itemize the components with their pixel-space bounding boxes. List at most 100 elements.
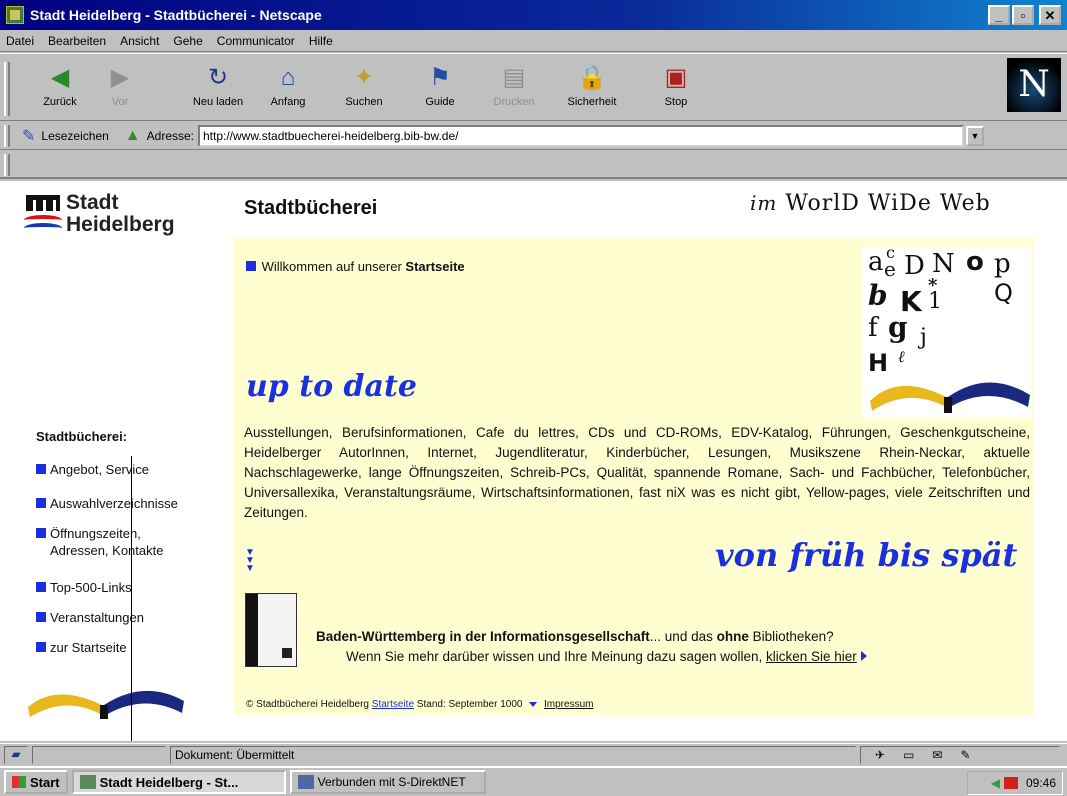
letters-collage-image: a c e D N o p b K * 1 Q f g j H ℓ bbox=[862, 243, 1032, 417]
netscape-app-icon[interactable] bbox=[6, 6, 24, 24]
network-task-icon bbox=[297, 775, 314, 789]
bookmarks-button[interactable]: Lesezeichen bbox=[41, 129, 108, 143]
toolbar-home-button[interactable]: ⌂ Anfang bbox=[258, 60, 318, 116]
personal-grip[interactable] bbox=[4, 154, 10, 176]
sidebar-item-angebot[interactable]: Angebot, Service bbox=[36, 461, 149, 478]
bw-line2: Wenn Sie mehr darüber wissen und Ihre Me… bbox=[346, 649, 867, 664]
sidebar-item-startseite[interactable]: zur Startseite bbox=[36, 639, 127, 656]
www-prefix: im bbox=[750, 191, 778, 215]
footer-stand: Stand: September 1000 bbox=[416, 699, 523, 710]
footer-startseite-link[interactable]: Startseite bbox=[372, 699, 414, 710]
start-label: Start bbox=[30, 774, 60, 790]
sidebar-item-label[interactable]: Top-500-Links bbox=[50, 580, 132, 595]
toolbar-button-label: Vor bbox=[111, 96, 129, 108]
arrow-down-icon[interactable] bbox=[529, 702, 538, 707]
status-bar: ▰ Dokument: Übermittelt ✈▭✉✎ bbox=[0, 743, 1067, 765]
status-text: Dokument: Übermittelt bbox=[170, 745, 856, 764]
menu-hilfe[interactable]: Hilfe bbox=[309, 34, 333, 48]
start-button[interactable]: Start bbox=[4, 770, 68, 794]
menu-communicator[interactable]: Communicator bbox=[217, 34, 295, 48]
sidebar-item-oeffnungszeiten[interactable]: Öffnungszeiten, Adressen, Kontakte bbox=[36, 525, 163, 559]
tray-app-icon[interactable] bbox=[1003, 777, 1018, 789]
heidelberg-emblem-icon bbox=[22, 191, 62, 235]
toolbar-search-button[interactable]: ✦ Suchen bbox=[334, 60, 394, 116]
toolbar-button-label: Stop bbox=[664, 96, 688, 108]
arrow-right-icon[interactable] bbox=[860, 651, 867, 661]
sidebar-item-top500[interactable]: Top-500-Links bbox=[36, 579, 132, 596]
window-title: Stadt Heidelberg - Stadtbücherei - Netsc… bbox=[30, 7, 322, 23]
search-icon: ✦ bbox=[353, 64, 375, 91]
security-lock-icon[interactable]: ▰ bbox=[4, 745, 28, 764]
menu-ansicht[interactable]: Ansicht bbox=[120, 34, 159, 48]
sidebar-item-label[interactable]: Angebot, Service bbox=[50, 462, 149, 477]
sidebar-item-label[interactable]: Öffnungszeiten, bbox=[50, 526, 141, 541]
window-title-bar[interactable]: Stadt Heidelberg - Stadtbücherei - Netsc… bbox=[0, 0, 1067, 30]
netscape-logo[interactable]: N bbox=[1007, 58, 1061, 112]
sidebar-item-veranstaltungen[interactable]: Veranstaltungen bbox=[36, 609, 144, 626]
close-button[interactable]: ✕ bbox=[1039, 5, 1061, 25]
bw-headline: Baden-Württemberg in der Informationsges… bbox=[316, 629, 834, 644]
logo-text-line1: Stadt bbox=[66, 191, 119, 214]
toolbar-forward-button[interactable]: ▶ Vor bbox=[90, 60, 150, 116]
page-content: Stadt Heidelberg Stadtbücherei im WorlD … bbox=[0, 181, 1067, 741]
bookmarks-icon[interactable]: ✎ bbox=[22, 126, 35, 146]
speaker-icon[interactable]: ◀ bbox=[991, 776, 1000, 790]
welcome-bold: Startseite bbox=[405, 259, 465, 274]
sidebar-item-label[interactable]: Veranstaltungen bbox=[50, 610, 144, 625]
page-title: Stadtbücherei bbox=[244, 197, 378, 219]
personal-toolbar bbox=[0, 151, 1067, 179]
menu-datei[interactable]: Datei bbox=[6, 34, 34, 48]
toolbar-button-label: Guide bbox=[425, 96, 455, 108]
bw-rest2: Bibliotheken? bbox=[748, 629, 834, 644]
menu-bearbeiten[interactable]: Bearbeiten bbox=[48, 34, 106, 48]
von-frueh-bis-spaet-heading: von früh bis spät bbox=[715, 536, 1018, 574]
print-icon: ▤ bbox=[502, 64, 526, 91]
page-footer: © Stadtbücherei Heidelberg Startseite St… bbox=[246, 699, 593, 710]
taskbar-item-heidelberg[interactable]: Stadt Heidelberg - St... bbox=[71, 770, 286, 794]
minimize-button[interactable]: _ bbox=[988, 5, 1010, 25]
klicken-sie-hier-link[interactable]: klicken Sie hier bbox=[766, 649, 857, 664]
scroll-down-arrows-icon[interactable]: ▼ ▼ ▼ bbox=[245, 548, 255, 574]
sidebar-item-label[interactable]: zur Startseite bbox=[50, 640, 127, 655]
toolbar-grip[interactable] bbox=[4, 62, 10, 116]
sidebar-book-icon bbox=[28, 690, 184, 719]
bw-rest1: ... und das bbox=[649, 629, 717, 644]
bullet-square-icon bbox=[36, 464, 46, 474]
component-bar-icons[interactable]: ✈▭✉✎ bbox=[860, 745, 1060, 764]
address-icon[interactable]: ▲ bbox=[125, 127, 141, 145]
sidebar-item-label-2[interactable]: Adressen, Kontakte bbox=[36, 542, 163, 559]
menu-bar: Datei Bearbeiten Ansicht Gehe Communicat… bbox=[0, 30, 1067, 52]
www-text: WorlD WiDe Web bbox=[785, 191, 991, 216]
sidebar-item-label[interactable]: Auswahlverzeichnisse bbox=[50, 496, 178, 511]
clock[interactable]: 09:46 bbox=[1026, 776, 1056, 790]
www-heading: im WorlD WiDe Web bbox=[750, 191, 991, 216]
lock-icon: 🔒 bbox=[577, 64, 607, 91]
address-input[interactable] bbox=[198, 124, 964, 147]
services-description: Ausstellungen, Berufsinformationen, Cafe… bbox=[244, 425, 1030, 520]
toolbar-stop-button[interactable]: ▣ Stop bbox=[646, 60, 706, 116]
bullet-square-icon bbox=[36, 582, 46, 592]
location-grip[interactable] bbox=[4, 125, 10, 147]
toolbar-guide-button[interactable]: ⚑ Guide bbox=[410, 60, 470, 116]
toolbar-lock-button[interactable]: 🔒 Sicherheit bbox=[562, 60, 622, 116]
toolbar-back-button[interactable]: ◀ Zurück bbox=[30, 60, 90, 116]
sidebar-item-auswahlverzeichnisse[interactable]: Auswahlverzeichnisse bbox=[36, 495, 178, 512]
toolbar-button-label: Anfang bbox=[270, 96, 306, 108]
address-label: Adresse: bbox=[146, 128, 194, 143]
open-book-icon bbox=[870, 382, 1030, 413]
brochure-image[interactable] bbox=[245, 593, 297, 667]
toolbar-reload-button[interactable]: ↻ Neu laden bbox=[188, 60, 248, 116]
toolbar-print-button[interactable]: ▤ Drucken bbox=[484, 60, 544, 116]
forward-icon: ▶ bbox=[110, 64, 130, 91]
bullet-square-icon bbox=[36, 642, 46, 652]
task-label: Verbunden mit S-DirektNET bbox=[317, 775, 466, 789]
taskbar-item-sdirektnet[interactable]: Verbunden mit S-DirektNET bbox=[289, 770, 486, 794]
bullet-square-icon bbox=[246, 261, 256, 271]
maximize-button[interactable]: ▫ bbox=[1012, 5, 1034, 25]
footer-impressum-link[interactable]: Impressum bbox=[544, 699, 593, 710]
menu-gehe[interactable]: Gehe bbox=[173, 34, 202, 48]
address-dropdown-button[interactable]: ▼ bbox=[966, 125, 984, 146]
back-icon: ◀ bbox=[50, 64, 70, 91]
toolbar-button-label: Zurück bbox=[43, 96, 77, 108]
heidelberg-logo[interactable]: Stadt Heidelberg bbox=[22, 191, 175, 236]
